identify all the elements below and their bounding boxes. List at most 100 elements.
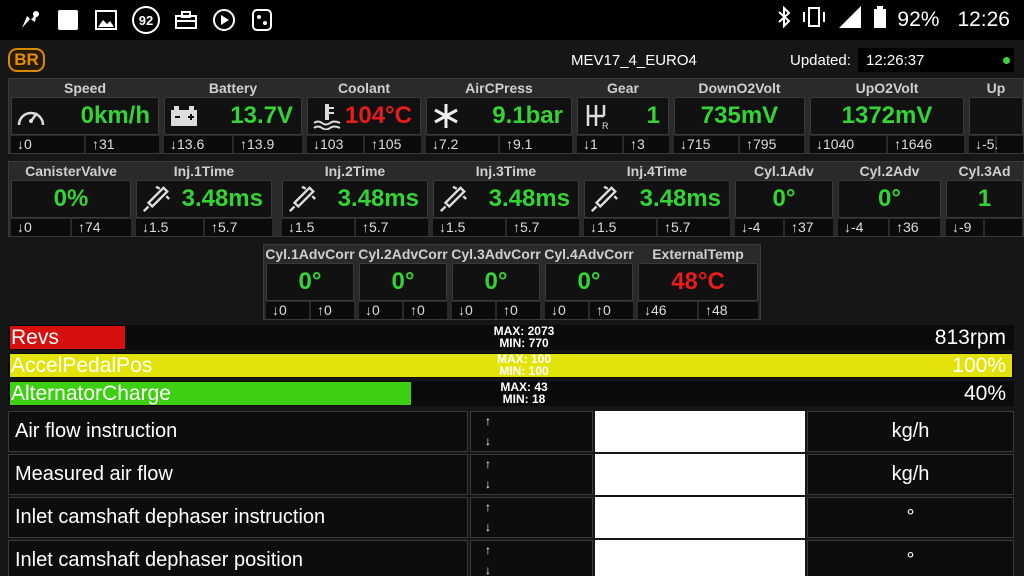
gauge-label: Cyl.3AdvCorr	[451, 246, 541, 262]
bar-min: MIN: 18	[502, 392, 546, 406]
bar-value: 813rpm	[934, 326, 1006, 349]
gauge-min: ↓0	[11, 219, 70, 236]
gauge-label: Inj.4Time	[626, 163, 688, 179]
gauge-label: Cyl.1Adv	[754, 163, 814, 179]
gauge-label: Cyl.2AdvCorr	[358, 246, 448, 262]
arrow-down-icon: ↓	[485, 477, 491, 491]
br-badge[interactable]: BR	[8, 48, 45, 72]
arrow-down-icon: ↓	[485, 563, 491, 576]
gauge-max: ↑5.7	[658, 219, 730, 236]
gauge-cyl-3advcorr[interactable]: Cyl.3AdvCorr 0° ↓0 ↑0	[450, 245, 542, 321]
gauge-value-box: 735mV	[674, 97, 805, 135]
gauge-min: ↓1	[577, 136, 622, 153]
gauge-externaltemp[interactable]: ExternalTemp 48°C ↓46 ↑48	[636, 245, 760, 321]
gauge-max: ↑36	[890, 219, 940, 236]
gear-shift-icon: R	[582, 102, 612, 130]
bar-alternatorcharge[interactable]: AlternatorCharge MAX: 43 MIN: 18 40%	[8, 381, 1014, 406]
gauge-inj-3time[interactable]: Inj.3Time 3.48ms ↓1.5 ↑5.7	[431, 162, 581, 238]
bar-minmax: MAX: 43 MIN: 18	[484, 381, 564, 405]
gauge-value-box: 3.48ms	[584, 180, 730, 218]
controller-icon	[250, 8, 274, 32]
gauge-cyl-1advcorr[interactable]: Cyl.1AdvCorr 0° ↓0 ↑0	[264, 245, 356, 321]
gauge-value: 0°	[391, 268, 415, 295]
gauge-max: ↑13.9	[234, 136, 302, 153]
gauge-label: Coolant	[337, 80, 391, 96]
gauge-label: Inj.3Time	[475, 163, 537, 179]
gauge-value: 48°C	[671, 268, 725, 295]
bar-label: Revs	[11, 326, 59, 349]
toolbox-icon	[174, 8, 198, 32]
gauge-inj-4time[interactable]: Inj.4Time 3.48ms ↓1.5 ↑5.7	[582, 162, 732, 238]
snowflake-icon	[431, 102, 461, 130]
gauge-value-box: 0km/h	[11, 97, 159, 135]
injector-icon	[589, 185, 619, 213]
gauge-value: 0°	[484, 268, 508, 295]
gauge-value-box: 1372mV	[810, 97, 964, 135]
svg-text:R: R	[602, 121, 609, 130]
updated-time: 12:26:37	[866, 52, 925, 69]
gauge-up[interactable]: Up ↓-5.5	[967, 79, 1024, 155]
status-bar: 92 92% 12:26	[0, 0, 1024, 40]
gauge-cyl-2adv[interactable]: Cyl.2Adv 0° ↓-4 ↑36	[836, 162, 943, 238]
gauge-cyl-3ad[interactable]: Cyl.3Ad 1 ↓-9	[944, 162, 1024, 238]
gauge-cyl-1adv[interactable]: Cyl.1Adv 0° ↓-4 ↑37	[733, 162, 835, 238]
gauge-row-3: Cyl.1AdvCorr 0° ↓0 ↑0 Cyl.2AdvCorr 0° ↓0 ↑0 Cyl.…	[263, 244, 761, 320]
gauge-min: ↓7.2	[426, 136, 498, 153]
gauge-value: 9.1bar	[492, 102, 563, 129]
updated-label: Updated:	[790, 52, 851, 69]
bar-value: 100%	[952, 354, 1006, 377]
gauge-value: 1	[646, 102, 660, 129]
bar-minmax: MAX: 100 MIN: 100	[484, 353, 564, 377]
gauge-cyl-4advcorr[interactable]: Cyl.4AdvCorr 0° ↓0 ↑0	[543, 245, 635, 321]
gauge-speed[interactable]: Speed 0km/h ↓0 ↑31	[9, 79, 161, 155]
bar-accelpedalpos[interactable]: AccelPedalPos MAX: 100 MIN: 100 100%	[8, 353, 1014, 378]
dashboard: BR MEV17_4_EURO4 Updated: 12:26:37 Speed…	[0, 40, 1024, 576]
gauge-min: ↓-4	[838, 219, 888, 236]
gauge-value: 3.48ms	[337, 185, 419, 212]
gauge-cyl-2advcorr[interactable]: Cyl.2AdvCorr 0° ↓0 ↑0	[357, 245, 449, 321]
gauge-value: 0°	[577, 268, 601, 295]
gauge-gear[interactable]: Gear R 1 ↓1 ↑3	[575, 79, 671, 155]
param-row[interactable]: Inlet camshaft dephaser instruction ↑ ↓ °	[8, 497, 1014, 538]
gauge-label: Inj.1Time	[173, 163, 235, 179]
coolant-temp-icon	[312, 102, 342, 130]
param-minmax: ↑ ↓	[470, 497, 593, 538]
gauge-value: 13.7V	[230, 102, 293, 129]
gauge-label: Speed	[63, 80, 106, 96]
gauge-max: ↑9.1	[500, 136, 572, 153]
gauge-min: ↓-5.5	[969, 136, 1006, 153]
gauge-label: UpO2Volt	[855, 80, 919, 96]
app-header: BR MEV17_4_EURO4 Updated: 12:26:37	[0, 40, 1024, 74]
param-row[interactable]: Measured air flow ↑ ↓ kg/h	[8, 454, 1014, 495]
image-icon	[94, 8, 118, 32]
gauge-label: Up	[986, 80, 1006, 96]
param-value-box	[595, 411, 805, 452]
gauge-battery[interactable]: Battery 13.7V ↓13.6 ↑13.9	[162, 79, 304, 155]
gauge-inj-2time[interactable]: Inj.2Time 3.48ms ↓1.5 ↑5.7	[280, 162, 430, 238]
gauge-value: 0km/h	[80, 102, 150, 129]
gauge-max: ↑0	[590, 302, 633, 319]
speedometer-icon	[16, 102, 46, 130]
gauge-value-box: 0°	[838, 180, 941, 218]
param-row[interactable]: Inlet camshaft dephaser position ↑ ↓ °	[8, 540, 1014, 576]
gauge-min: ↓-4	[735, 219, 783, 236]
arrow-down-icon: ↓	[485, 434, 491, 448]
gauge-value: 735mV	[700, 102, 779, 129]
param-row[interactable]: Air flow instruction ↑ ↓ kg/h	[8, 411, 1014, 452]
gauge-value-box: 0°	[266, 263, 354, 301]
gauge-upo2volt[interactable]: UpO2Volt 1372mV ↓1040 ↑1646	[808, 79, 966, 155]
vibrate-icon	[801, 6, 827, 34]
param-unit: °	[807, 497, 1014, 538]
gauge-max: ↑31	[86, 136, 159, 153]
gauge-aircpress[interactable]: AirCPress 9.1bar ↓7.2 ↑9.1	[424, 79, 574, 155]
gauge-downo2volt[interactable]: DownO2Volt 735mV ↓715 ↑795	[672, 79, 807, 155]
gauge-canistervalve[interactable]: CanisterValve 0% ↓0 ↑74	[9, 162, 133, 238]
gauge-inj-1time[interactable]: Inj.1Time 3.48ms ↓1.5 ↑5.7	[134, 162, 274, 238]
gauge-max: ↑0	[404, 302, 447, 319]
param-minmax: ↑ ↓	[470, 540, 593, 576]
gauge-coolant[interactable]: Coolant 104°C ↓103 ↑105	[305, 79, 423, 155]
gauge-label: Inj.2Time	[324, 163, 386, 179]
bar-revs[interactable]: Revs MAX: 2073 MIN: 770 813rpm	[8, 325, 1014, 350]
media-icon	[212, 8, 236, 32]
gauge-label: Battery	[208, 80, 258, 96]
